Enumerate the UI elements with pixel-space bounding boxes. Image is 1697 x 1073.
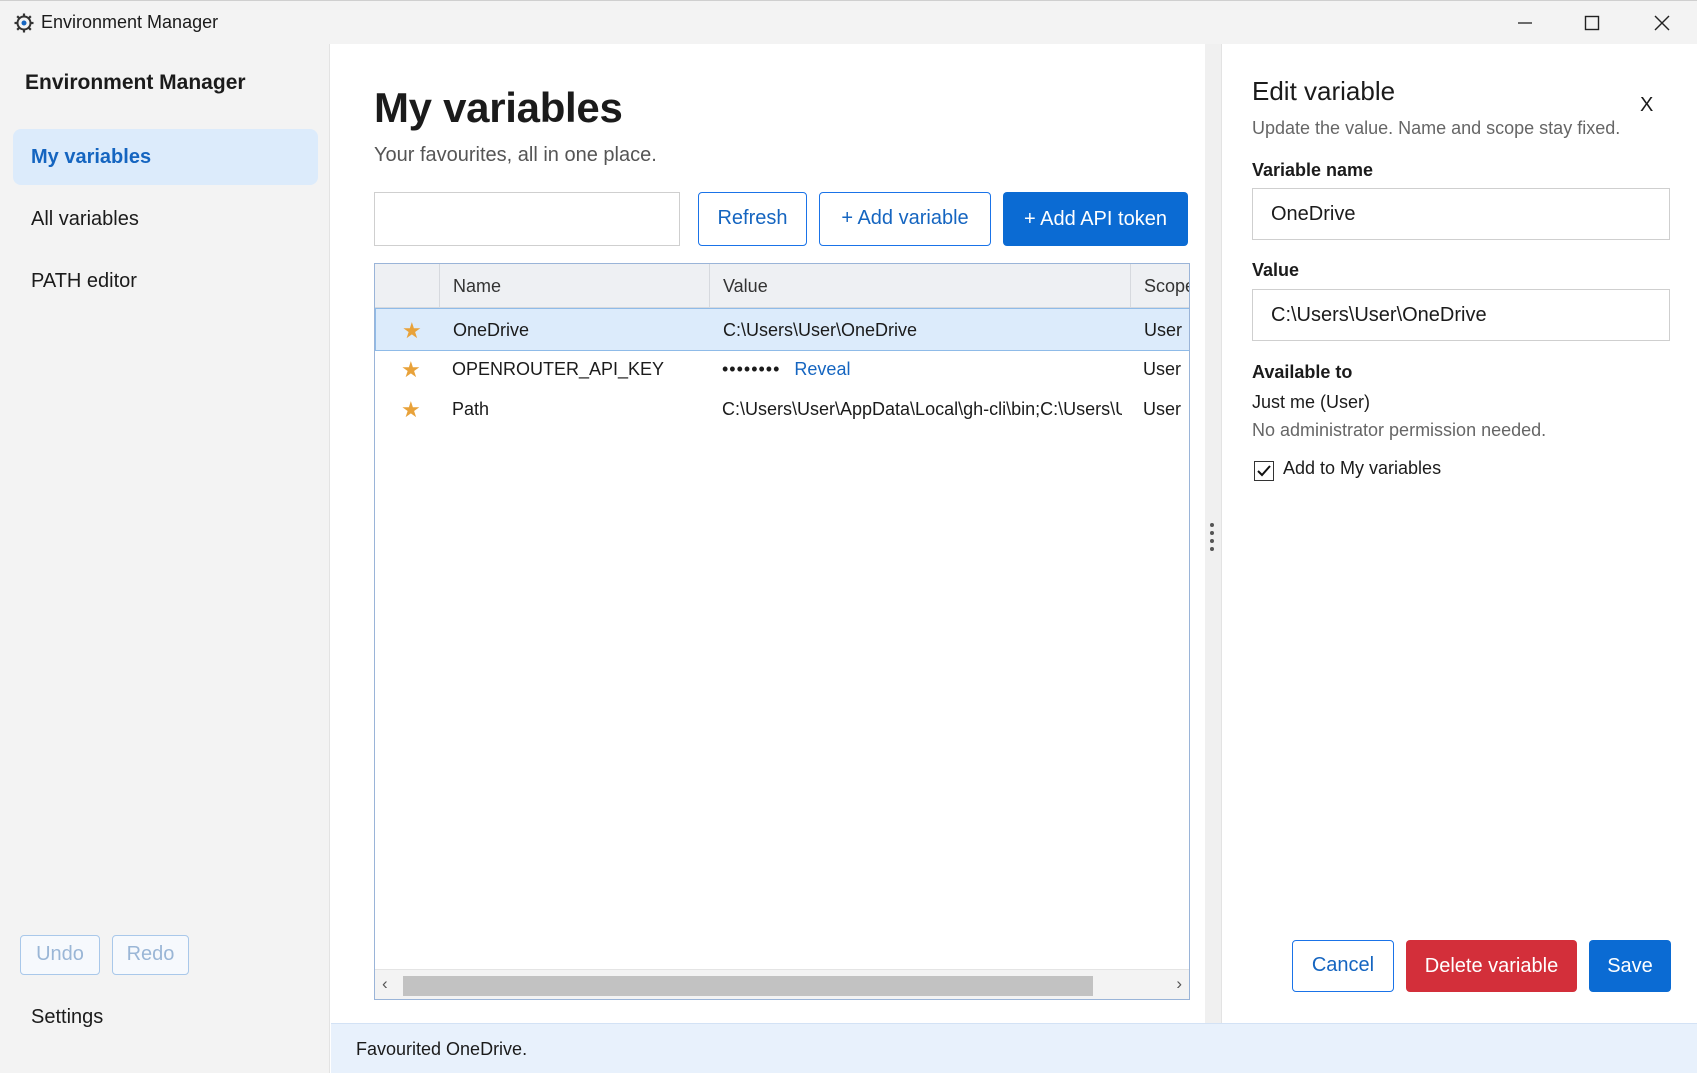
grip-dot [1210,547,1214,551]
row-value: C:\Users\User\AppData\Local\gh-cli\bin;C… [722,399,1122,419]
row-name: OneDrive [453,320,530,340]
available-to-label: Available to [1252,362,1353,382]
star-icon[interactable]: ★ [401,348,431,391]
cancel-button[interactable]: Cancel [1292,940,1394,992]
add-variable-button[interactable]: + Add variable [819,192,991,246]
sidebar: Environment Manager My variables All var… [0,44,330,1073]
page-title: My variables [374,84,623,131]
reveal-link[interactable]: Reveal [794,359,850,379]
sidebar-item-my-variables[interactable]: My variables [13,129,318,185]
available-to-value: Just me (User) [1252,392,1371,412]
edit-variable-panel: Edit variable X Update the value. Name a… [1221,44,1697,1023]
star-icon[interactable]: ★ [402,309,432,352]
save-button[interactable]: Save [1589,940,1671,992]
sidebar-item-path-editor[interactable]: PATH editor [13,253,318,309]
status-bar: Favourited OneDrive. [331,1023,1697,1073]
scrollbar-thumb[interactable] [403,976,1093,996]
gear-icon [14,13,34,33]
variables-table: Name Value Scope ★ OneDrive C:\Users\Use… [374,263,1190,1000]
column-header-name[interactable]: Name [439,264,709,308]
panel-title: Edit variable [1252,76,1396,106]
table-header: Name Value Scope [375,264,1189,308]
redo-button[interactable]: Redo [112,935,189,975]
available-to-note: No administrator permission needed. [1252,420,1547,440]
star-icon[interactable]: ★ [401,388,431,431]
row-value: C:\Users\User\OneDrive [723,320,918,340]
value-field[interactable]: C:\Users\User\OneDrive [1252,289,1670,341]
close-window-button[interactable] [1627,1,1697,45]
chevron-right-icon[interactable]: › [1176,974,1182,994]
chevron-left-icon[interactable]: ‹ [382,974,388,994]
minimize-button[interactable] [1490,1,1560,45]
status-text: Favourited OneDrive. [356,1039,528,1059]
column-header-scope[interactable]: Scope [1130,264,1189,308]
table-row[interactable]: ★ OneDrive C:\Users\User\OneDrive User [375,308,1189,352]
table-row[interactable]: ★ OPENROUTER_API_KEY •••••••• Reveal User [375,348,1189,391]
row-scope: User [1144,320,1183,340]
add-to-my-variables-checkbox[interactable] [1254,461,1274,481]
row-value-cell: •••••••• Reveal [722,348,1122,391]
add-api-token-button[interactable]: + Add API token [1003,192,1188,246]
row-name: OPENROUTER_API_KEY [452,359,665,379]
grip-dot [1210,531,1214,535]
minimize-icon [1518,22,1532,24]
title-bar: Environment Manager [0,0,1697,44]
value-label: Value [1252,260,1300,280]
add-to-my-variables-label[interactable]: Add to My variables [1283,458,1441,479]
variable-name-field[interactable]: OneDrive [1252,188,1670,240]
maximize-button[interactable] [1557,1,1627,45]
sidebar-title: Environment Manager [25,71,246,94]
masked-value: •••••••• [722,359,781,379]
sidebar-item-settings[interactable]: Settings [31,1006,103,1029]
row-scope: User [1143,399,1182,419]
horizontal-scrollbar[interactable]: ‹ › [375,969,1189,999]
main-content: My variables Your favourites, all in one… [331,44,1205,1023]
sidebar-item-all-variables[interactable]: All variables [13,191,318,247]
variable-name-label: Variable name [1252,160,1374,180]
search-input[interactable] [374,192,680,246]
panel-splitter[interactable] [1205,44,1221,1023]
window-title: Environment Manager [41,12,219,32]
close-panel-button[interactable]: X [1640,94,1653,117]
delete-variable-button[interactable]: Delete variable [1406,940,1577,992]
undo-button[interactable]: Undo [20,935,100,975]
maximize-icon [1584,15,1600,31]
close-icon [1654,15,1670,31]
panel-subtitle: Update the value. Name and scope stay fi… [1252,118,1621,138]
column-header-favourite[interactable] [375,264,439,308]
checkmark-icon [1257,465,1271,477]
page-subtitle: Your favourites, all in one place. [374,144,657,166]
grip-dot [1210,539,1214,543]
row-scope: User [1143,359,1182,379]
refresh-button[interactable]: Refresh [698,192,807,246]
table-row[interactable]: ★ Path C:\Users\User\AppData\Local\gh-cl… [375,388,1189,431]
row-name: Path [452,399,490,419]
grip-dot [1210,523,1214,527]
column-header-value[interactable]: Value [709,264,1130,308]
